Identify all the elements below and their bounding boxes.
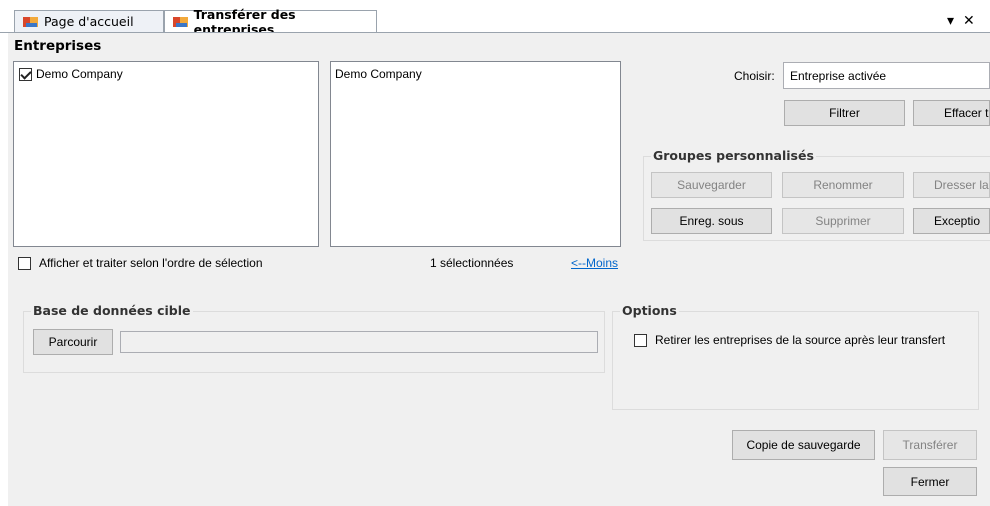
tab-home-label: Page d'accueil (44, 14, 134, 29)
list-item[interactable]: Demo Company (335, 67, 422, 81)
order-checkbox-label: Afficher et traiter selon l'ordre de sél… (39, 256, 263, 270)
clear-button[interactable]: Effacer t (913, 100, 990, 126)
delete-group-button[interactable]: Supprimer (782, 208, 904, 234)
save-group-button[interactable]: Sauvegarder (651, 172, 772, 198)
tab-home[interactable]: Page d'accueil (14, 10, 164, 32)
custom-groups-title: Groupes personnalisés (651, 148, 816, 163)
company-name: Demo Company (36, 67, 123, 81)
order-checkbox[interactable] (18, 256, 31, 270)
choose-select[interactable]: Entreprise activée (783, 62, 990, 89)
order-option[interactable]: Afficher et traiter selon l'ordre de sél… (18, 256, 263, 270)
remove-checkbox[interactable] (634, 333, 647, 347)
dropdown-icon[interactable]: ▾ (947, 12, 954, 29)
target-db-title: Base de données cible (31, 303, 193, 318)
entreprises-header: Entreprises (14, 38, 102, 54)
list-group-button[interactable]: Dresser la (913, 172, 990, 198)
backup-button[interactable]: Copie de sauvegarde (732, 430, 875, 460)
selected-count: 1 sélectionnées (430, 256, 514, 270)
less-link[interactable]: <--Moins (571, 256, 618, 270)
filter-button[interactable]: Filtrer (784, 100, 905, 126)
close-button[interactable]: Fermer (883, 467, 977, 496)
remove-checkbox-label: Retirer les entreprises de la source apr… (655, 333, 946, 347)
available-companies-list[interactable]: Demo Company (13, 61, 319, 247)
company-checkbox[interactable] (19, 67, 32, 81)
exceptions-button[interactable]: Exceptio (913, 208, 990, 234)
rename-group-button[interactable]: Renommer (782, 172, 904, 198)
app-icon (173, 16, 189, 28)
tab-transfer[interactable]: Transférer des entreprises (164, 7, 377, 37)
list-item[interactable]: Demo Company (19, 67, 123, 81)
remove-option[interactable]: Retirer les entreprises de la source apr… (634, 333, 945, 347)
options-box (612, 311, 979, 410)
choose-value: Entreprise activée (790, 68, 887, 83)
app-icon (23, 16, 39, 28)
target-path-field[interactable] (120, 331, 598, 353)
browse-button[interactable]: Parcourir (33, 329, 113, 355)
save-as-button[interactable]: Enreg. sous (651, 208, 772, 234)
close-icon[interactable]: ✕ (963, 12, 975, 29)
selected-companies-list[interactable]: Demo Company (330, 61, 621, 247)
transfer-button[interactable]: Transférer (883, 430, 977, 460)
options-title: Options (620, 303, 679, 318)
choose-label: Choisir: (734, 69, 775, 83)
